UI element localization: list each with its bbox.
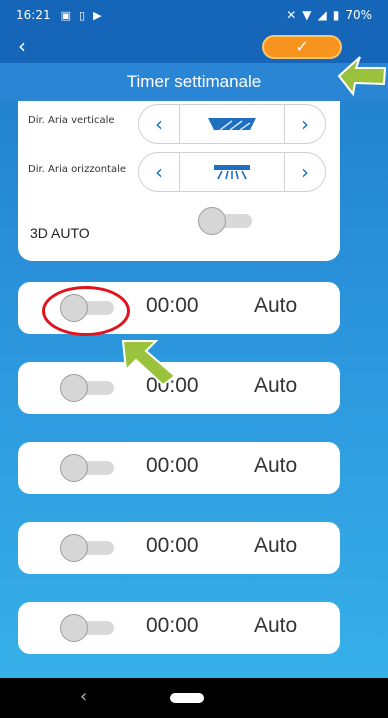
- toggle-knob: [60, 374, 88, 402]
- timer-toggle[interactable]: [58, 453, 118, 483]
- horizontal-air-selector: ‹ ›: [138, 152, 326, 192]
- status-bar: 16:21 ▣ ▯ ▶ ✕ ▼ ◢ ▮ 70%: [0, 0, 388, 30]
- timer-row[interactable]: 00:00 Auto: [18, 442, 340, 494]
- timer-time[interactable]: 00:00: [146, 534, 199, 558]
- timer-time[interactable]: 00:00: [146, 454, 199, 478]
- vertical-air-icon: [179, 105, 285, 143]
- pointer-arrow-icon: [121, 340, 177, 387]
- battery-level: 70%: [345, 8, 372, 22]
- timer-toggle[interactable]: [58, 613, 118, 643]
- toggle-knob: [60, 534, 88, 562]
- timer-row[interactable]: 00:00 Auto: [18, 602, 340, 654]
- status-time: 16:21: [16, 8, 51, 22]
- timer-toggle[interactable]: [58, 533, 118, 563]
- status-right: ✕ ▼ ◢ ▮ 70%: [286, 8, 372, 22]
- horizontal-air-icon: [179, 153, 285, 191]
- toggle-knob: [60, 454, 88, 482]
- horizontal-air-right-button[interactable]: ›: [285, 153, 325, 191]
- screenshot-icon: ▯: [79, 8, 86, 22]
- timer-mode[interactable]: Auto: [254, 534, 297, 558]
- horizontal-air-left-button[interactable]: ‹: [139, 153, 179, 191]
- air-direction-card: Dir. Aria verticale ‹ › Dir. Aria orizzo…: [18, 101, 340, 261]
- timer-toggle[interactable]: [58, 373, 118, 403]
- toggle-knob: [60, 614, 88, 642]
- timer-mode[interactable]: Auto: [254, 454, 297, 478]
- timer-mode[interactable]: Auto: [254, 294, 297, 318]
- gallery-icon: ▣: [60, 8, 71, 22]
- timer-time[interactable]: 00:00: [146, 294, 199, 318]
- vertical-air-right-button[interactable]: ›: [285, 105, 325, 143]
- auto3d-label: 3D AUTO: [30, 225, 90, 241]
- back-button[interactable]: ‹: [10, 34, 34, 58]
- auto3d-toggle[interactable]: [196, 206, 256, 236]
- play-icon: ▶: [93, 8, 102, 22]
- timer-row[interactable]: 00:00 Auto: [18, 522, 340, 574]
- battery-icon: ▮: [332, 8, 340, 22]
- pointer-arrow-icon: [337, 56, 387, 97]
- page-title: Timer settimanale: [0, 63, 388, 101]
- horizontal-air-label: Dir. Aria orizzontale: [28, 164, 127, 175]
- vertical-air-selector: ‹ ›: [138, 104, 326, 144]
- wifi-icon: ▼: [302, 8, 312, 22]
- header-bar: ‹ ✓: [0, 30, 388, 63]
- vertical-air-label: Dir. Aria verticale: [28, 115, 115, 126]
- nav-back-button[interactable]: ‹: [80, 686, 87, 707]
- confirm-button[interactable]: ✓: [262, 35, 342, 59]
- silent-icon: ✕: [286, 8, 297, 22]
- timer-mode[interactable]: Auto: [254, 614, 297, 638]
- nav-home-button[interactable]: [170, 693, 204, 703]
- timer-mode[interactable]: Auto: [254, 374, 297, 398]
- vertical-air-left-button[interactable]: ‹: [139, 105, 179, 143]
- signal-icon: ◢: [317, 8, 327, 22]
- app-screen: 16:21 ▣ ▯ ▶ ✕ ▼ ◢ ▮ 70% ‹ ✓ Timer settim…: [0, 0, 388, 718]
- toggle-knob: [198, 207, 226, 235]
- highlight-circle: [42, 286, 130, 336]
- timer-time[interactable]: 00:00: [146, 614, 199, 638]
- system-nav-bar: ‹: [0, 678, 388, 718]
